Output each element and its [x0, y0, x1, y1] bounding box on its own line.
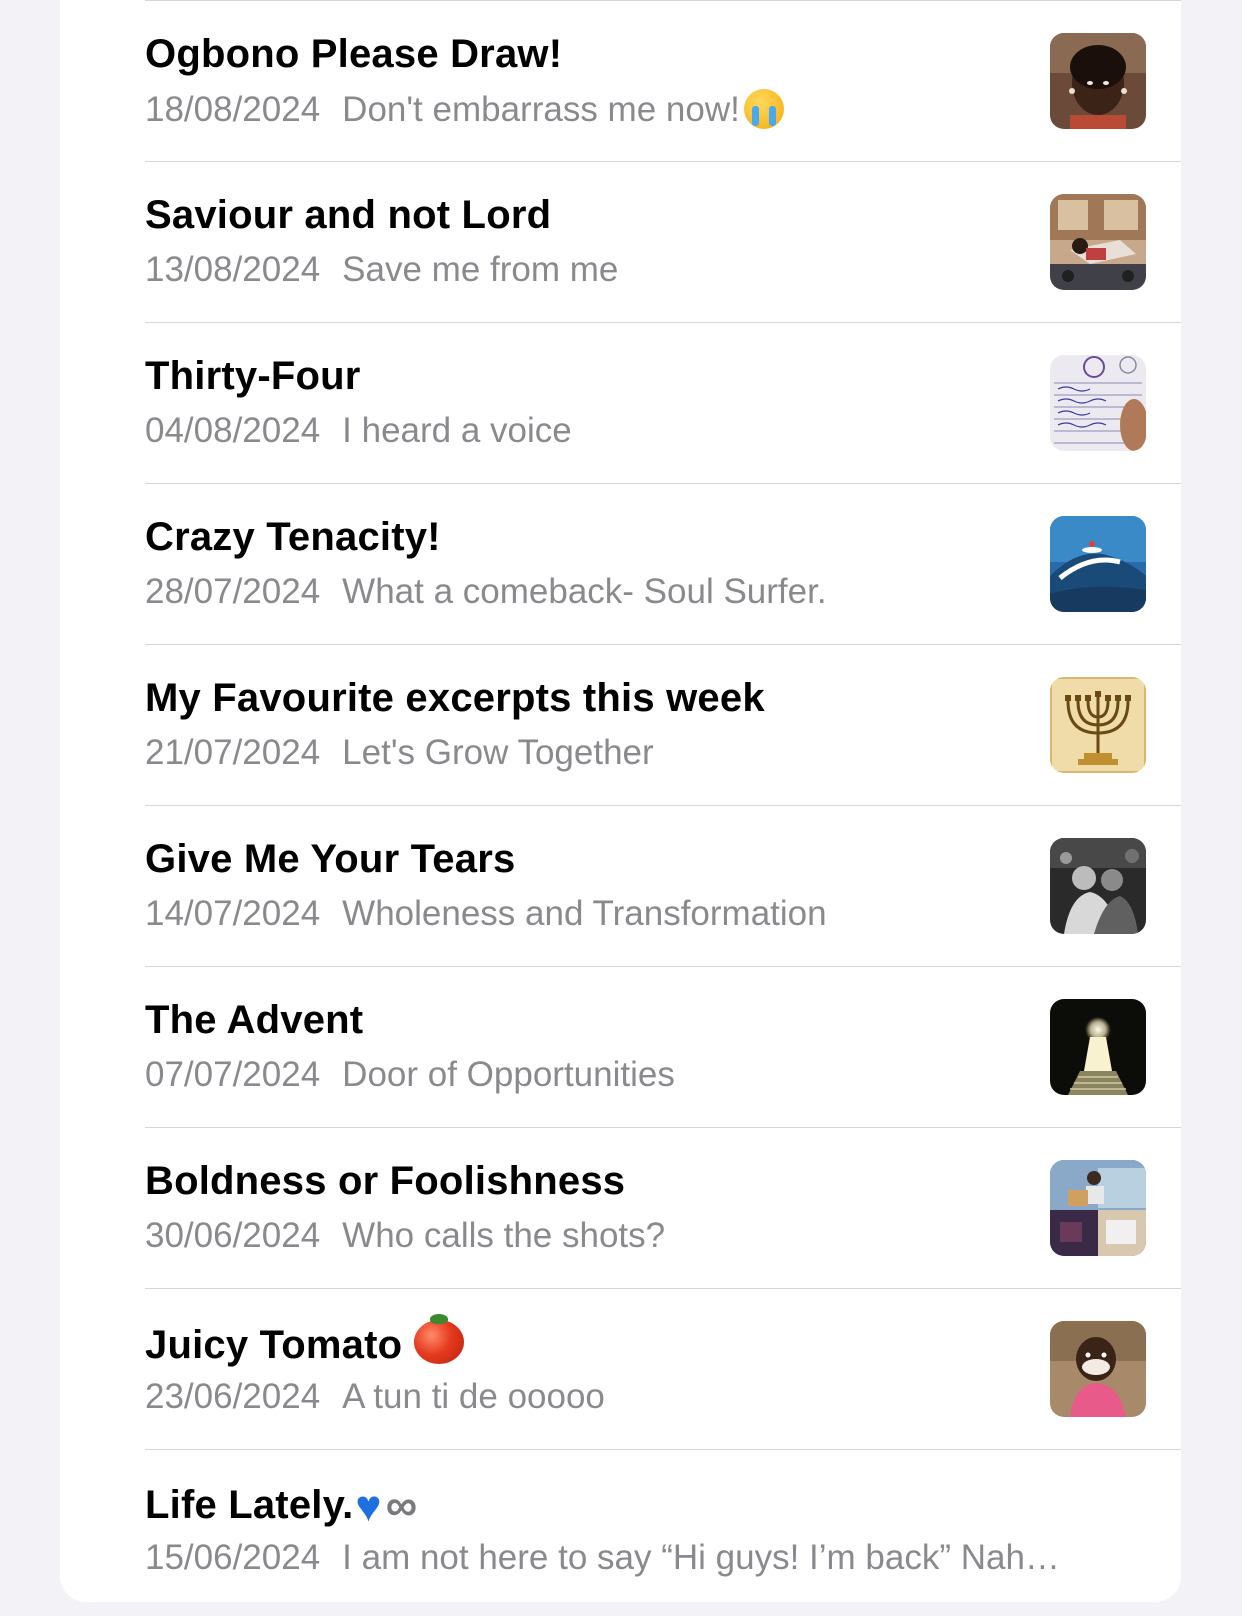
post-date: 15/06/2024 [145, 1538, 321, 1577]
post-title: Give Me Your Tears [145, 837, 516, 881]
post-title: The Advent [145, 998, 364, 1042]
post-excerpt: Don't embarrass me now! [342, 90, 740, 129]
post-date: 04/08/2024 [145, 411, 321, 450]
post-subtitle: 18/08/2024 Don't embarrass me now! [145, 89, 784, 130]
tomato-icon [414, 1314, 465, 1364]
post-thumbnail [1050, 33, 1146, 129]
post-title: Saviour and not Lord [145, 193, 552, 237]
post-subtitle: 21/07/2024 Let's Grow Together [145, 733, 654, 773]
post-excerpt: I am not here to say “Hi guys! I’m back”… [342, 1538, 1060, 1577]
list-item[interactable]: Crazy Tenacity! 28/07/2024 What a comebac… [145, 483, 1181, 644]
infinity-icon: ∞ [385, 1481, 418, 1530]
post-subtitle: 23/06/2024 A tun ti de ooooo [145, 1377, 605, 1417]
post-title: Thirty-Four [145, 354, 361, 398]
post-thumbnail [1050, 355, 1146, 451]
post-excerpt: I heard a voice [342, 411, 572, 450]
post-date: 28/07/2024 [145, 572, 321, 611]
post-title-text: Life Lately. [145, 1483, 354, 1527]
post-title: Crazy Tenacity! [145, 515, 441, 559]
list-item[interactable]: Give Me Your Tears 14/07/2024 Wholeness a… [145, 805, 1181, 966]
post-title: Juicy Tomato [145, 1314, 465, 1368]
list-item[interactable]: Juicy Tomato 23/06/2024 A tun ti de ooooo [145, 1288, 1181, 1449]
post-list: Ogbono Please Draw! 18/08/2024 Don't emba… [60, 0, 1181, 1606]
post-date: 07/07/2024 [145, 1055, 321, 1094]
post-excerpt: Save me from me [342, 250, 619, 289]
post-excerpt: Who calls the shots? [342, 1216, 666, 1255]
post-thumbnail [1050, 1321, 1146, 1417]
post-title-text: Juicy Tomato [145, 1323, 403, 1367]
post-date: 18/08/2024 [145, 90, 321, 129]
post-subtitle: 04/08/2024 I heard a voice [145, 411, 572, 451]
post-title: Boldness or Foolishness [145, 1159, 626, 1203]
post-excerpt: A tun ti de ooooo [342, 1377, 605, 1416]
post-title: My Favourite excerpts this week [145, 676, 765, 720]
post-thumbnail [1050, 838, 1146, 934]
post-subtitle: 28/07/2024 What a comeback- Soul Surfer. [145, 572, 827, 612]
list-item[interactable]: The Advent 07/07/2024 Door of Opportuniti… [145, 966, 1181, 1127]
post-excerpt: What a comeback- Soul Surfer. [342, 572, 827, 611]
post-thumbnail [1050, 1160, 1146, 1256]
list-item[interactable]: Life Lately.♥∞ 15/06/2024 I am not here t… [145, 1449, 1181, 1606]
post-title: Life Lately.♥∞ [145, 1481, 417, 1532]
post-thumbnail [1050, 999, 1146, 1095]
post-subtitle: 14/07/2024 Wholeness and Transformation [145, 894, 827, 934]
blue-heart-icon: ♥ [355, 1482, 382, 1531]
post-date: 30/06/2024 [145, 1216, 321, 1255]
list-item[interactable]: Saviour and not Lord 13/08/2024 Save me f… [145, 161, 1181, 322]
post-excerpt: Let's Grow Together [342, 733, 654, 772]
loudly-crying-face-icon [743, 89, 784, 129]
post-title: Ogbono Please Draw! [145, 32, 563, 76]
list-item[interactable]: Thirty-Four 04/08/2024 I heard a voice [145, 322, 1181, 483]
post-thumbnail [1050, 677, 1146, 773]
post-date: 23/06/2024 [145, 1377, 321, 1416]
post-thumbnail [1050, 194, 1146, 290]
post-date: 13/08/2024 [145, 250, 321, 289]
post-subtitle: 30/06/2024 Who calls the shots? [145, 1216, 665, 1256]
post-list-card: Ogbono Please Draw! 18/08/2024 Don't emba… [60, 0, 1181, 1602]
list-item[interactable]: My Favourite excerpts this week 21/07/20… [145, 644, 1181, 805]
post-subtitle: 07/07/2024 Door of Opportunities [145, 1055, 675, 1095]
post-thumbnail [1050, 516, 1146, 612]
post-subtitle: 13/08/2024 Save me from me [145, 250, 618, 290]
post-excerpt: Wholeness and Transformation [342, 894, 827, 933]
list-item[interactable]: Boldness or Foolishness 30/06/2024 Who ca… [145, 1127, 1181, 1288]
post-date: 14/07/2024 [145, 894, 321, 933]
list-item[interactable]: Ogbono Please Draw! 18/08/2024 Don't emba… [145, 0, 1181, 161]
post-excerpt: Door of Opportunities [342, 1055, 675, 1094]
post-date: 21/07/2024 [145, 733, 321, 772]
post-subtitle: 15/06/2024 I am not here to say “Hi guys!… [145, 1538, 1060, 1578]
